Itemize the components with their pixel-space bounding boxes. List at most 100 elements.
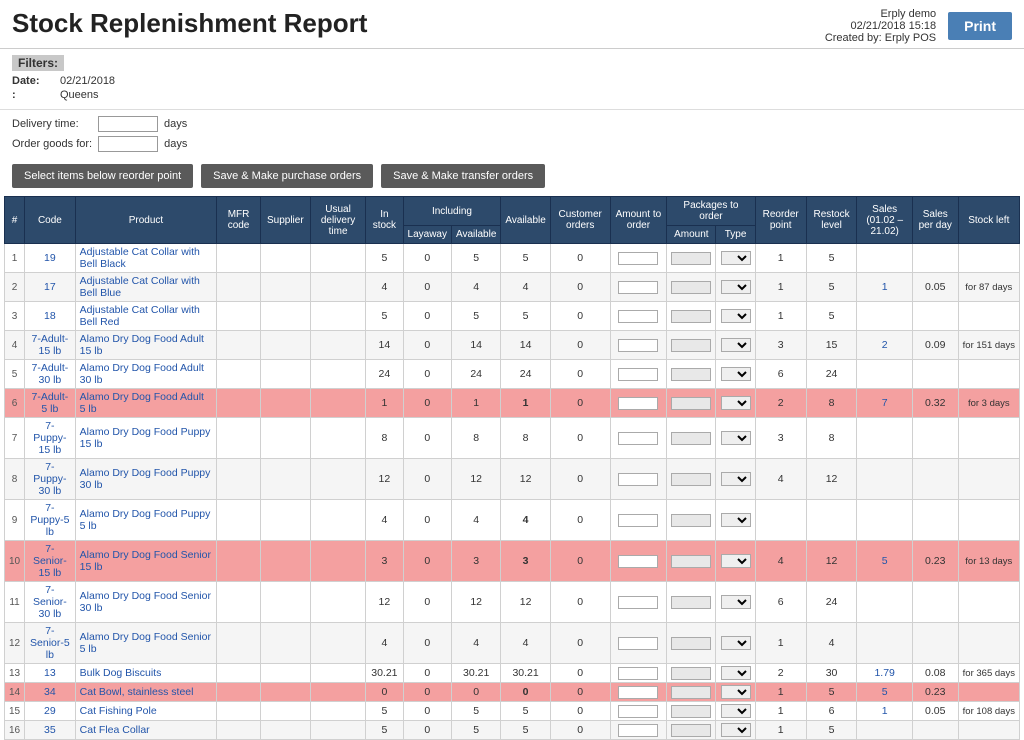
row-code[interactable]: 29 <box>25 702 76 721</box>
row-instock: 30.21 <box>366 664 403 683</box>
row-product[interactable]: Cat Bowl, stainless steel <box>75 683 217 702</box>
row-code[interactable]: 35 <box>25 721 76 740</box>
row-pkg-amount[interactable] <box>667 302 716 331</box>
row-amount-to-order[interactable] <box>610 244 667 273</box>
row-amount-to-order[interactable] <box>610 664 667 683</box>
row-restock: 12 <box>806 459 857 500</box>
row-pkg-type[interactable] <box>716 244 755 273</box>
row-mfr <box>217 623 261 664</box>
row-product[interactable]: Adjustable Cat Collar with Bell Blue <box>75 273 217 302</box>
row-amount-to-order[interactable] <box>610 582 667 623</box>
header-bar: Stock Replenishment Report Erply demo 02… <box>0 0 1024 49</box>
row-amount-to-order[interactable] <box>610 459 667 500</box>
row-customer-orders: 0 <box>550 331 610 360</box>
row-pkg-amount[interactable] <box>667 582 716 623</box>
row-product[interactable]: Alamo Dry Dog Food Senior 5 lb <box>75 623 217 664</box>
row-amount-to-order[interactable] <box>610 721 667 740</box>
print-button[interactable]: Print <box>948 12 1012 40</box>
row-code[interactable]: 34 <box>25 683 76 702</box>
row-supplier <box>260 500 310 541</box>
row-code[interactable]: 7-Adult-30 lb <box>25 360 76 389</box>
row-code[interactable]: 7-Puppy-5 lb <box>25 500 76 541</box>
row-amount-to-order[interactable] <box>610 623 667 664</box>
select-items-button[interactable]: Select items below reorder point <box>12 164 193 188</box>
save-transfer-button[interactable]: Save & Make transfer orders <box>381 164 545 188</box>
row-num: 12 <box>5 623 25 664</box>
row-pkg-amount[interactable] <box>667 664 716 683</box>
row-amount-to-order[interactable] <box>610 273 667 302</box>
row-code[interactable]: 7-Senior-30 lb <box>25 582 76 623</box>
row-pkg-amount[interactable] <box>667 418 716 459</box>
order-goods-input[interactable] <box>98 136 158 152</box>
row-pkg-type[interactable] <box>716 500 755 541</box>
row-product[interactable]: Bulk Dog Biscuits <box>75 664 217 683</box>
row-amount-to-order[interactable] <box>610 360 667 389</box>
row-pkg-amount[interactable] <box>667 500 716 541</box>
row-pkg-type[interactable] <box>716 541 755 582</box>
row-layaway: 0 <box>403 721 451 740</box>
row-code[interactable]: 7-Puppy-30 lb <box>25 459 76 500</box>
row-code[interactable]: 17 <box>25 273 76 302</box>
row-product[interactable]: Alamo Dry Dog Food Adult 30 lb <box>75 360 217 389</box>
row-pkg-amount[interactable] <box>667 541 716 582</box>
row-pkg-amount[interactable] <box>667 244 716 273</box>
delivery-time-input[interactable] <box>98 116 158 132</box>
row-pkg-type[interactable] <box>716 683 755 702</box>
row-code[interactable]: 7-Adult-15 lb <box>25 331 76 360</box>
row-pkg-type[interactable] <box>716 459 755 500</box>
row-available-sub: 30.21 <box>451 664 500 683</box>
row-product[interactable]: Alamo Dry Dog Food Adult 15 lb <box>75 331 217 360</box>
row-pkg-type[interactable] <box>716 273 755 302</box>
row-pkg-type[interactable] <box>716 702 755 721</box>
row-available: 12 <box>501 459 550 500</box>
row-pkg-amount[interactable] <box>667 721 716 740</box>
row-pkg-type[interactable] <box>716 418 755 459</box>
save-purchase-button[interactable]: Save & Make purchase orders <box>201 164 373 188</box>
row-product[interactable]: Cat Fishing Pole <box>75 702 217 721</box>
row-pkg-type[interactable] <box>716 389 755 418</box>
row-product[interactable]: Cat Flea Collar <box>75 721 217 740</box>
row-code[interactable]: 13 <box>25 664 76 683</box>
row-pkg-amount[interactable] <box>667 702 716 721</box>
col-mfr: MFR code <box>217 197 261 244</box>
row-pkg-type[interactable] <box>716 331 755 360</box>
row-code[interactable]: 7-Senior-15 lb <box>25 541 76 582</box>
row-product[interactable]: Adjustable Cat Collar with Bell Red <box>75 302 217 331</box>
row-code[interactable]: 19 <box>25 244 76 273</box>
row-amount-to-order[interactable] <box>610 331 667 360</box>
row-stock-left <box>958 302 1019 331</box>
row-supplier <box>260 721 310 740</box>
row-pkg-type[interactable] <box>716 302 755 331</box>
row-pkg-type[interactable] <box>716 623 755 664</box>
row-num: 14 <box>5 683 25 702</box>
row-amount-to-order[interactable] <box>610 683 667 702</box>
row-pkg-amount[interactable] <box>667 459 716 500</box>
row-amount-to-order[interactable] <box>610 302 667 331</box>
row-pkg-type[interactable] <box>716 360 755 389</box>
row-product[interactable]: Adjustable Cat Collar with Bell Black <box>75 244 217 273</box>
row-code[interactable]: 7-Adult-5 lb <box>25 389 76 418</box>
row-amount-to-order[interactable] <box>610 389 667 418</box>
row-code[interactable]: 7-Puppy-15 lb <box>25 418 76 459</box>
row-pkg-type[interactable] <box>716 582 755 623</box>
row-product[interactable]: Alamo Dry Dog Food Puppy 30 lb <box>75 459 217 500</box>
row-code[interactable]: 7-Senior-5 lb <box>25 623 76 664</box>
row-code[interactable]: 18 <box>25 302 76 331</box>
row-pkg-amount[interactable] <box>667 683 716 702</box>
row-pkg-amount[interactable] <box>667 331 716 360</box>
row-product[interactable]: Alamo Dry Dog Food Senior 30 lb <box>75 582 217 623</box>
row-product[interactable]: Alamo Dry Dog Food Adult 5 lb <box>75 389 217 418</box>
row-amount-to-order[interactable] <box>610 702 667 721</box>
row-pkg-amount[interactable] <box>667 623 716 664</box>
row-pkg-type[interactable] <box>716 721 755 740</box>
row-amount-to-order[interactable] <box>610 500 667 541</box>
row-pkg-amount[interactable] <box>667 273 716 302</box>
row-pkg-amount[interactable] <box>667 360 716 389</box>
row-product[interactable]: Alamo Dry Dog Food Puppy 5 lb <box>75 500 217 541</box>
row-product[interactable]: Alamo Dry Dog Food Senior 15 lb <box>75 541 217 582</box>
row-product[interactable]: Alamo Dry Dog Food Puppy 15 lb <box>75 418 217 459</box>
row-amount-to-order[interactable] <box>610 541 667 582</box>
row-pkg-type[interactable] <box>716 664 755 683</box>
row-amount-to-order[interactable] <box>610 418 667 459</box>
row-pkg-amount[interactable] <box>667 389 716 418</box>
